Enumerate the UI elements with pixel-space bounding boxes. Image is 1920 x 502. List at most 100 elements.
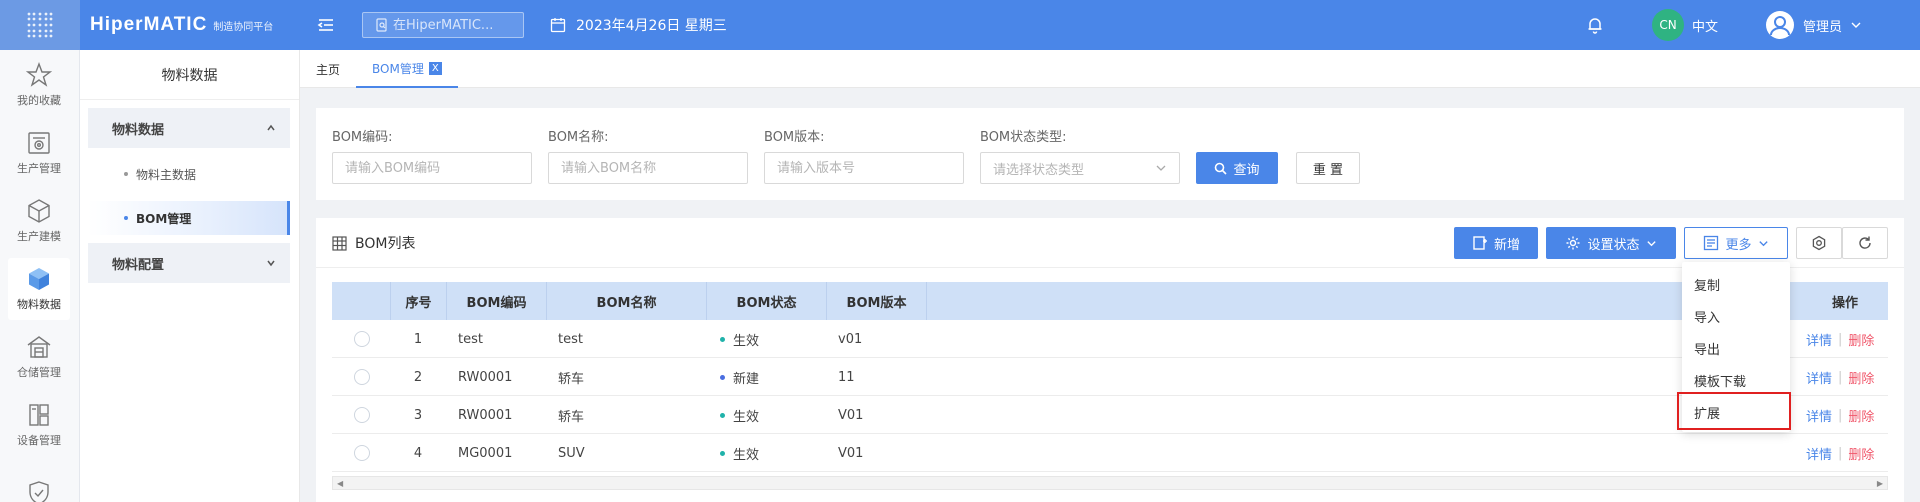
delete-link[interactable]: 删除 [1848, 444, 1874, 463]
app-grid-icon[interactable] [0, 0, 80, 50]
table-header: 序号 BOM编码 BOM名称 BOM状态 BOM版本 操作 [332, 282, 1888, 320]
delete-link[interactable]: 删除 [1848, 406, 1874, 425]
status-dot [720, 450, 725, 456]
rail-item-equipment[interactable]: 设备管理 [8, 394, 70, 456]
user-menu[interactable]: 管理员 [1765, 7, 1862, 43]
row-radio[interactable] [354, 358, 370, 396]
cell-name: SUV [558, 445, 585, 461]
rail-item-material-data[interactable]: 物料数据 [8, 258, 70, 320]
radio-button[interactable] [354, 445, 370, 461]
scroll-right-icon[interactable]: ▶ [1877, 479, 1883, 488]
menu-item-import[interactable]: 导入 [1682, 300, 1790, 332]
tab-bom-management[interactable]: BOM管理 X [356, 50, 458, 88]
sidebar-group-material-data[interactable]: 物料数据 [88, 108, 290, 148]
bom-version-label: BOM版本: [764, 130, 825, 145]
table-row[interactable]: 4 MG0001 SUV 生效 V01 详情 | 删除 [332, 434, 1888, 472]
delete-link[interactable]: 删除 [1848, 330, 1874, 349]
refresh-button[interactable] [1842, 227, 1888, 259]
chevron-down-icon [1646, 240, 1656, 246]
cell-status: 新建 [720, 358, 759, 396]
menu-item-copy[interactable]: 复制 [1682, 268, 1790, 300]
column-header-status: BOM状态 [706, 282, 826, 320]
set-status-button[interactable]: 设置状态 [1546, 227, 1676, 259]
radio-button[interactable] [354, 407, 370, 423]
bom-list-panel: BOM列表 新增 设置状态 更多 序号 BOM编码 BOM名称 BOM状态 BO… [316, 218, 1904, 502]
table-row[interactable]: 2 RW0001 轿车 新建 11 详情 | 删除 [332, 358, 1888, 396]
rail-item-warehouse[interactable]: 仓储管理 [8, 326, 70, 388]
cell-version: v01 [838, 331, 863, 347]
rail-label: 生产管理 [17, 162, 61, 175]
cell-seq: 1 [413, 331, 423, 347]
sidebar-item-bom-management[interactable]: BOM管理 [88, 201, 290, 235]
cell-actions: 详情 | 删除 [1806, 320, 1874, 358]
detail-link[interactable]: 详情 [1806, 406, 1832, 425]
reset-button[interactable]: 重 置 [1296, 152, 1360, 184]
bom-name-input[interactable] [548, 152, 748, 184]
delete-link[interactable]: 删除 [1848, 368, 1874, 387]
rail-item-modeling[interactable]: 生产建模 [8, 190, 70, 252]
action-separator: | [1838, 445, 1843, 461]
language-switcher[interactable]: CN 中文 [1652, 9, 1718, 41]
status-text: 生效 [733, 409, 760, 425]
tab-home[interactable]: 主页 [316, 50, 340, 88]
bom-name-label: BOM名称: [548, 130, 609, 145]
status-dot [720, 412, 725, 418]
detail-link[interactable]: 详情 [1806, 444, 1832, 463]
rail-item-more[interactable] [8, 462, 70, 502]
language-flag: CN [1652, 9, 1684, 41]
table-row[interactable]: 1 test test 生效 v01 详情 | 删除 [332, 320, 1888, 358]
sidebar-item-material-master[interactable]: 物料主数据 [88, 157, 290, 191]
cell-seq: 3 [413, 407, 423, 423]
cell-seq: 4 [413, 445, 423, 461]
row-radio[interactable] [354, 320, 370, 358]
chevron-down-icon [1156, 165, 1166, 171]
bom-version-input[interactable] [764, 152, 964, 184]
add-button[interactable]: 新增 [1454, 227, 1538, 259]
row-radio[interactable] [354, 396, 370, 434]
more-button[interactable]: 更多 [1684, 227, 1788, 259]
close-icon[interactable]: X [428, 61, 442, 75]
radio-button[interactable] [354, 331, 370, 347]
bell-icon[interactable] [1585, 15, 1605, 35]
bom-status-select[interactable]: 请选择状态类型 [980, 152, 1180, 184]
global-search[interactable] [362, 12, 524, 38]
action-separator: | [1838, 331, 1843, 347]
logo-text: HiperMATIC [90, 14, 208, 35]
scroll-left-icon[interactable]: ◀ [337, 479, 343, 488]
query-button[interactable]: 查询 [1196, 152, 1278, 184]
filter-panel: BOM编码: BOM名称: BOM版本: BOM状态类型: 请选择状态类型 查询… [316, 108, 1904, 200]
cell-name: 轿车 [558, 409, 585, 425]
global-search-input[interactable] [393, 17, 513, 33]
radio-button[interactable] [354, 369, 370, 385]
cell-status: 生效 [720, 396, 759, 434]
horizontal-scrollbar[interactable]: ◀ ▶ [332, 476, 1888, 490]
chevron-down-icon [1851, 22, 1861, 28]
detail-link[interactable]: 详情 [1806, 368, 1832, 387]
select-placeholder: 请选择状态类型 [993, 162, 1085, 178]
column-divider [926, 282, 927, 320]
chevron-down-icon [267, 260, 275, 267]
rail-item-production[interactable]: 生产管理 [8, 122, 70, 184]
settings-button[interactable] [1796, 227, 1842, 259]
page-tabs: 主页 BOM管理 X [300, 50, 1920, 88]
gear-icon [1566, 236, 1580, 250]
sidebar-group-label: 物料数据 [112, 122, 165, 138]
chevron-down-icon [1758, 240, 1768, 246]
detail-link[interactable]: 详情 [1806, 330, 1832, 349]
menu-toggle-icon[interactable] [316, 15, 336, 35]
bom-code-input[interactable] [332, 152, 532, 184]
cell-version: V01 [838, 407, 864, 423]
cell-seq: 2 [413, 369, 423, 385]
cell-actions: 详情 | 删除 [1806, 358, 1874, 396]
search-icon [1215, 162, 1228, 175]
menu-item-export[interactable]: 导出 [1682, 332, 1790, 364]
date-display: 2023年4月26日 星期三 [550, 0, 727, 50]
table-row[interactable]: 3 RW0001 轿车 生效 V01 详情 | 删除 [332, 396, 1888, 434]
rail-item-favorites[interactable]: 我的收藏 [8, 54, 70, 116]
date-text: 2023年4月26日 星期三 [576, 18, 727, 34]
sidebar-group-material-config[interactable]: 物料配置 [88, 243, 290, 283]
status-dot [720, 374, 725, 380]
cell-actions: 详情 | 删除 [1806, 434, 1874, 472]
module-rail: 我的收藏 生产管理 生产建模 物料数据 仓储管理 设备管理 [0, 50, 80, 502]
row-radio[interactable] [354, 434, 370, 472]
